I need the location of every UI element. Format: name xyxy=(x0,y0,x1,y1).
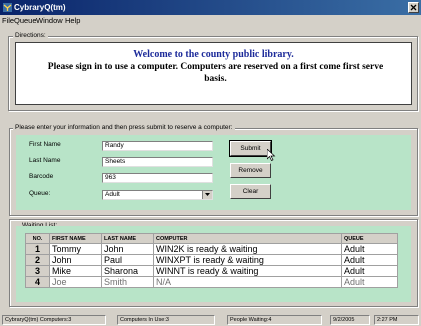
first-name-cell: John xyxy=(49,254,102,266)
remove-button[interactable]: Remove xyxy=(230,163,271,178)
table-row[interactable]: 1 Tommy John WIN2K is ready & waiting Ad… xyxy=(25,243,398,255)
table-row[interactable]: 3 Mike Sharona WINNT is ready & waiting … xyxy=(25,265,398,277)
col-header-computer: COMPUTER xyxy=(153,233,342,244)
barcode-label: Barcode xyxy=(29,173,54,180)
status-date: 9/2/2005 xyxy=(330,315,370,325)
computer-cell: N/A xyxy=(153,276,342,288)
col-header-no: NO. xyxy=(25,233,50,244)
menu-window[interactable]: Window xyxy=(36,15,63,27)
last-name-cell: John xyxy=(101,243,154,255)
col-header-last-name: LAST NAME xyxy=(101,233,154,244)
first-name-cell: Joe xyxy=(49,276,102,288)
queue-select[interactable]: Adult xyxy=(102,190,213,200)
status-in-use: Computers In Use:3 xyxy=(117,315,215,325)
first-name-cell: Tommy xyxy=(49,243,102,255)
directions-box: Welcome to the county public library. Pl… xyxy=(15,42,412,105)
col-header-queue: QUEUE xyxy=(341,233,398,244)
queue-select-value: Adult xyxy=(105,191,120,198)
chevron-down-icon xyxy=(205,193,210,196)
status-app: CybraryQ(tm) Computers:3 xyxy=(2,315,106,325)
last-name-field[interactable]: Sheets xyxy=(102,157,213,167)
close-button[interactable] xyxy=(408,2,419,13)
app-icon xyxy=(3,3,12,12)
form-panel: First Name Randy Last Name Sheets Barcod… xyxy=(16,135,411,210)
table-row[interactable]: 4 Joe Smith N/A Adult xyxy=(25,276,398,288)
queue-cell: Adult xyxy=(341,243,398,255)
table-header-row: NO. FIRST NAME LAST NAME COMPUTER QUEUE xyxy=(25,233,398,244)
barcode-field[interactable]: 963 xyxy=(102,173,213,183)
waiting-table: NO. FIRST NAME LAST NAME COMPUTER QUEUE … xyxy=(25,233,398,288)
first-name-field[interactable]: Randy xyxy=(102,141,213,151)
row-number: 1 xyxy=(25,243,50,255)
waiting-panel: NO. FIRST NAME LAST NAME COMPUTER QUEUE … xyxy=(16,226,411,302)
window-title: CybraryQ(tm) xyxy=(14,3,66,12)
row-number: 2 xyxy=(25,254,50,266)
last-name-cell: Sharona xyxy=(101,265,154,277)
menu-bar: File Queue Window Help xyxy=(0,15,421,27)
status-waiting: People Waiting:4 xyxy=(227,315,322,325)
menu-file[interactable]: File xyxy=(2,15,14,27)
menu-help[interactable]: Help xyxy=(65,15,80,27)
status-bar: CybraryQ(tm) Computers:3 Computers In Us… xyxy=(0,314,421,326)
queue-cell: Adult xyxy=(341,254,398,266)
computer-cell: WINXPT is ready & waiting xyxy=(153,254,342,266)
status-time: 2:27 PM xyxy=(374,315,419,325)
queue-label: Queue: xyxy=(29,190,51,197)
computer-cell: WINNT is ready & waiting xyxy=(153,265,342,277)
row-number: 4 xyxy=(25,276,50,288)
welcome-text: Welcome to the county public library. xyxy=(133,49,294,60)
computer-cell: WIN2K is ready & waiting xyxy=(153,243,342,255)
first-name-cell: Mike xyxy=(49,265,102,277)
col-header-first-name: FIRST NAME xyxy=(49,233,102,244)
queue-dropdown-button[interactable] xyxy=(202,191,212,199)
table-row[interactable]: 2 John Paul WINXPT is ready & waiting Ad… xyxy=(25,254,398,266)
title-bar: CybraryQ(tm) xyxy=(0,0,421,15)
mouse-cursor-icon xyxy=(267,149,276,161)
menu-queue[interactable]: Queue xyxy=(14,15,37,27)
form-instructions: Please enter your information and then p… xyxy=(13,124,235,132)
close-icon xyxy=(410,4,417,11)
last-name-label: Last Name xyxy=(29,157,61,164)
last-name-cell: Smith xyxy=(101,276,154,288)
queue-cell: Adult xyxy=(341,276,398,288)
queue-cell: Adult xyxy=(341,265,398,277)
signin-message: Please sign in to use a computer. Comput… xyxy=(47,62,384,84)
submit-button[interactable]: Submit xyxy=(229,140,272,157)
row-number: 3 xyxy=(25,265,50,277)
first-name-label: First Name xyxy=(29,141,61,148)
last-name-cell: Paul xyxy=(101,254,154,266)
clear-button[interactable]: Clear xyxy=(230,184,271,199)
directions-label: Directions: xyxy=(13,32,48,40)
